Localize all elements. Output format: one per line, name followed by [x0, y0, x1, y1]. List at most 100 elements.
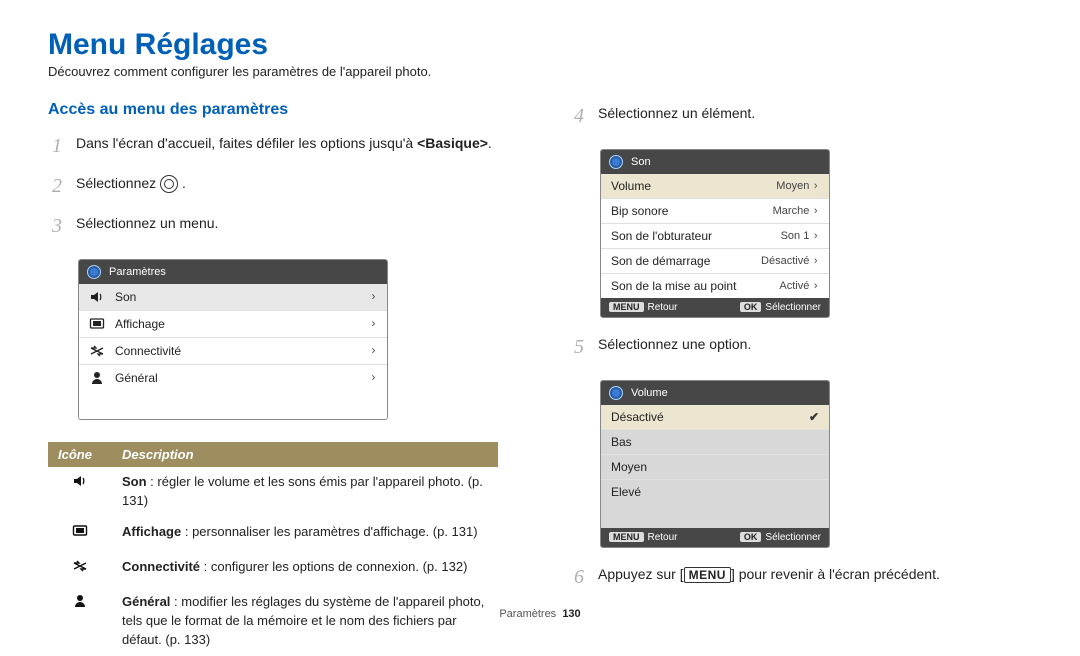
sound-row-shutter[interactable]: Son de l'obturateur Son 1 › [601, 224, 829, 249]
volume-panel: Volume Désactivé ✔ Bas Moyen [600, 380, 830, 548]
sound-row-volume[interactable]: Volume Moyen › [601, 174, 829, 199]
menu-label: Connectivité [115, 344, 181, 358]
step-4: 4 Sélectionnez un élément. [570, 101, 1032, 131]
panel-title: Volume [631, 387, 668, 399]
settings-mode-icon [609, 155, 623, 169]
ok-button-label[interactable]: OK [740, 532, 762, 542]
table-header-icon: Icône [48, 442, 112, 467]
row-value: Marche [773, 205, 810, 217]
table-header-desc: Description [112, 442, 498, 467]
row-label: Bip sonore [611, 204, 668, 218]
step-6-pre: Appuyez sur [ [598, 566, 684, 582]
panel-header: Volume [601, 381, 829, 405]
panel-footer: MENURetour OKSélectionner [601, 528, 829, 547]
step-1-pre: Dans l'écran d'accueil, faites défiler l… [76, 135, 417, 151]
gear-icon [160, 175, 178, 193]
footer-back: Retour [648, 302, 678, 313]
chevron-right-icon: › [812, 256, 819, 268]
table-row: Son : régler le volume et les sons émis … [48, 467, 498, 517]
step-2: 2 Sélectionnez . [48, 171, 510, 201]
left-column: Accès au menu des paramètres 1 Dans l'éc… [48, 101, 510, 656]
footer-back: Retour [648, 532, 678, 543]
step-number: 5 [570, 332, 588, 362]
footer-section: Paramètres [499, 608, 556, 620]
table-row: Connectivité : configurer les options de… [48, 552, 498, 587]
menu-item-connectivite[interactable]: Connectivité › [79, 338, 387, 365]
step-2-pre: Sélectionnez [76, 175, 160, 191]
row-text: : régler le volume et les sons émis par … [122, 474, 483, 508]
row-value: Son 1 [781, 230, 810, 242]
person-icon [72, 593, 88, 609]
step-1-bold: <Basique> [417, 135, 488, 151]
option-label: Moyen [611, 460, 647, 474]
volume-option-desactive[interactable]: Désactivé ✔ [601, 405, 829, 430]
menu-label: Général [115, 371, 158, 385]
menu-item-affichage[interactable]: Affichage › [79, 311, 387, 338]
ok-button-label[interactable]: OK [740, 302, 762, 312]
menu-item-general[interactable]: Général › [79, 365, 387, 391]
sound-row-bip[interactable]: Bip sonore Marche › [601, 199, 829, 224]
menu-button-label[interactable]: MENU [609, 302, 644, 312]
step-4-text: Sélectionnez un élément. [598, 101, 755, 124]
step-number: 3 [48, 211, 66, 241]
panel-title: Son [631, 156, 651, 168]
option-label: Désactivé [611, 410, 664, 424]
chevron-right-icon: › [370, 344, 377, 358]
panel-header: Paramètres [79, 260, 387, 284]
display-icon [89, 316, 105, 332]
chevron-right-icon: › [812, 281, 819, 293]
row-value: Moyen [776, 180, 809, 192]
row-bold: Général [122, 594, 170, 609]
sound-panel: Son Volume Moyen › Bip sonore Marche › S… [600, 149, 830, 318]
settings-panel: Paramètres Son › [78, 259, 388, 420]
section-heading: Accès au menu des paramètres [48, 101, 510, 119]
row-text: : modifier les réglages du système de l'… [122, 594, 484, 647]
menu-item-son[interactable]: Son › [79, 284, 387, 311]
step-5-text: Sélectionnez une option. [598, 332, 751, 355]
volume-option-eleve[interactable]: Elevé [601, 480, 829, 504]
volume-option-bas[interactable]: Bas [601, 430, 829, 455]
chevron-right-icon: › [370, 290, 377, 304]
menu-label: Son [115, 290, 136, 304]
option-label: Elevé [611, 485, 641, 499]
settings-mode-icon [87, 265, 101, 279]
panel-header: Son [601, 150, 829, 174]
step-1-post: . [488, 135, 492, 151]
row-label: Volume [611, 179, 651, 193]
panel-footer: MENU Retour OKSélectionner [601, 298, 829, 317]
connectivity-icon [89, 343, 105, 359]
chevron-right-icon: › [370, 317, 377, 331]
step-6: 6 Appuyez sur [MENU] pour revenir à l'éc… [570, 562, 1032, 592]
step-3: 3 Sélectionnez un menu. [48, 211, 510, 241]
menu-key-icon: MENU [684, 567, 731, 583]
sound-row-startup[interactable]: Son de démarrage Désactivé › [601, 249, 829, 274]
icon-description-table: Icône Description Son : régler le volume… [48, 442, 498, 656]
row-bold: Son [122, 474, 147, 489]
table-row: Général : modifier les réglages du systè… [48, 587, 498, 656]
connectivity-icon [72, 558, 88, 574]
speaker-icon [72, 473, 88, 489]
speaker-icon [89, 289, 105, 305]
row-text: : personnaliser les paramètres d'afficha… [181, 524, 477, 539]
volume-option-moyen[interactable]: Moyen [601, 455, 829, 480]
row-label: Son de l'obturateur [611, 229, 712, 243]
step-number: 4 [570, 101, 588, 131]
step-1: 1 Dans l'écran d'accueil, faites défiler… [48, 131, 510, 161]
menu-label: Affichage [115, 317, 165, 331]
row-text: : configurer les options de connexion. (… [200, 559, 467, 574]
step-5: 5 Sélectionnez une option. [570, 332, 1032, 362]
person-icon [89, 370, 105, 386]
footer-select: Sélectionner [765, 302, 821, 313]
row-bold: Affichage [122, 524, 181, 539]
row-label: Son de la mise au point [611, 279, 736, 293]
sound-row-focus[interactable]: Son de la mise au point Activé › [601, 274, 829, 298]
row-bold: Connectivité [122, 559, 200, 574]
step-2-post: . [182, 175, 186, 191]
step-number: 6 [570, 562, 588, 592]
menu-button-label[interactable]: MENU [609, 532, 644, 542]
settings-mode-icon [609, 386, 623, 400]
step-number: 2 [48, 171, 66, 201]
chevron-right-icon: › [812, 181, 819, 193]
row-label: Son de démarrage [611, 254, 710, 268]
step-number: 1 [48, 131, 66, 161]
